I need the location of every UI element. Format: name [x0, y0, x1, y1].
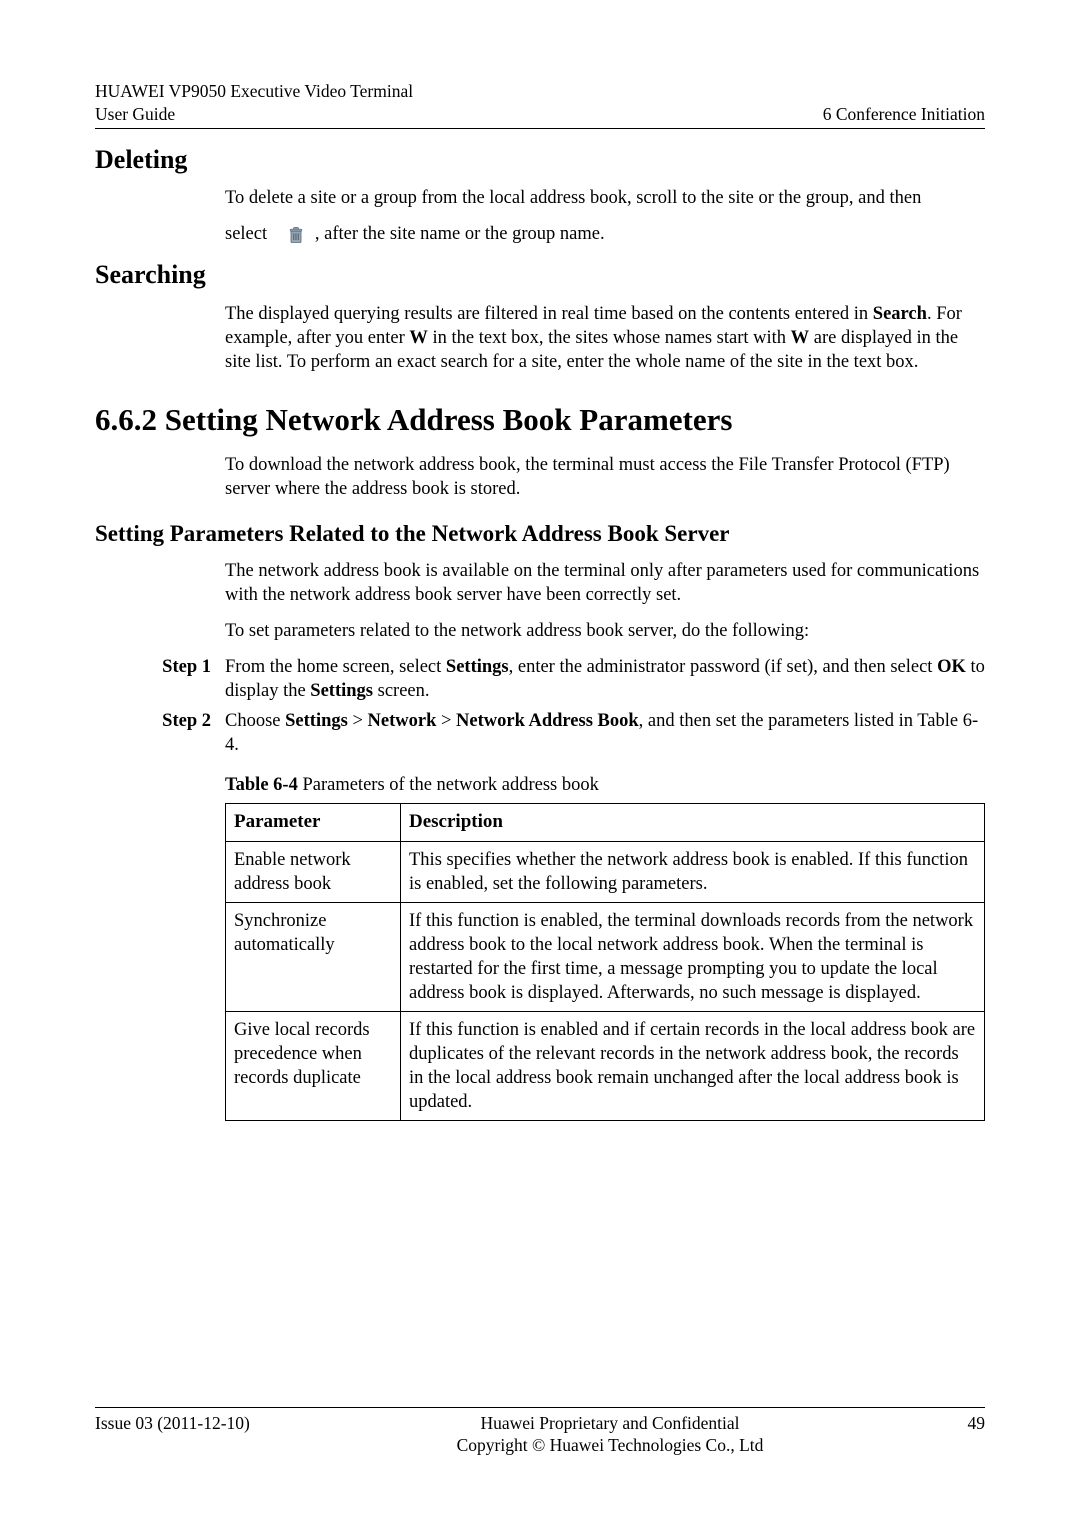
footer-mid2: Copyright © Huawei Technologies Co., Ltd [457, 1435, 764, 1455]
th-description: Description [401, 803, 985, 841]
td-desc: This specifies whether the network addre… [401, 841, 985, 902]
td-param: Give local records precedence when recor… [226, 1011, 401, 1120]
step-1-label: Step 1 [95, 655, 225, 679]
header-left: HUAWEI VP9050 Executive Video Terminal U… [95, 80, 413, 126]
s1g: screen. [373, 681, 430, 701]
header-chapter: 6 Conference Initiation [823, 104, 985, 124]
s2c: > [348, 711, 368, 731]
searching-p1-a: The displayed querying results are filte… [225, 304, 873, 324]
table-caption: Table 6-4 Parameters of the network addr… [225, 773, 985, 797]
step-2-label: Step 2 [95, 709, 225, 733]
deleting-p2: select , after the site name or the grou… [225, 222, 985, 246]
header-right: 6 Conference Initiation [823, 103, 985, 126]
td-desc: If this function is enabled and if certa… [401, 1011, 985, 1120]
s1a: From the home screen, select [225, 657, 446, 677]
s2d: Network [368, 711, 437, 731]
searching-p1-d: W [409, 328, 428, 348]
step-2-row: Step 2 Choose Settings > Network > Netwo… [95, 709, 985, 757]
s2f: Network Address Book [456, 711, 639, 731]
deleting-p1: To delete a site or a group from the loc… [225, 186, 985, 210]
section-searching-title: Searching [95, 258, 985, 292]
s1c: , enter the administrator password (if s… [509, 657, 937, 677]
s1b: Settings [446, 657, 509, 677]
step-2-body: Choose Settings > Network > Network Addr… [225, 709, 985, 757]
s2a: Choose [225, 711, 285, 731]
table-row: Synchronize automatically If this functi… [226, 902, 985, 1011]
deleting-select-label: select [225, 224, 267, 244]
page-footer: Issue 03 (2011-12-10) Huawei Proprietary… [95, 1407, 985, 1458]
searching-p1-e: in the text box, the sites whose names s… [428, 328, 791, 348]
s2b: Settings [285, 711, 348, 731]
step-1-row: Step 1 From the home screen, select Sett… [95, 655, 985, 703]
parameters-table: Parameter Description Enable network add… [225, 803, 985, 1121]
footer-center: Huawei Proprietary and Confidential Copy… [295, 1412, 925, 1458]
s2e: > [436, 711, 456, 731]
header-product-name: HUAWEI VP9050 Executive Video Terminal [95, 80, 413, 103]
table-row: Enable network address book This specifi… [226, 841, 985, 902]
section-deleting-title: Deleting [95, 143, 985, 177]
searching-p1-b: Search [873, 304, 927, 324]
s1f: Settings [310, 681, 373, 701]
deleting-rest: , after the site name or the group name. [315, 224, 605, 244]
s1d: OK [937, 657, 966, 677]
setparams-p2: To set parameters related to the network… [225, 619, 985, 643]
header-doc-name: User Guide [95, 103, 413, 126]
section-setparams-title: Setting Parameters Related to the Networ… [95, 519, 985, 549]
footer-issue: Issue 03 (2011-12-10) [95, 1412, 295, 1435]
th-parameter: Parameter [226, 803, 401, 841]
td-param: Synchronize automatically [226, 902, 401, 1011]
table-row: Give local records precedence when recor… [226, 1011, 985, 1120]
page-header: HUAWEI VP9050 Executive Video Terminal U… [95, 80, 985, 129]
footer-page-number: 49 [925, 1412, 985, 1435]
section-662-title: 6.6.2 Setting Network Address Book Param… [95, 400, 985, 440]
table-caption-b: Table 6-4 [225, 775, 298, 795]
step-1-body: From the home screen, select Settings, e… [225, 655, 985, 703]
td-param: Enable network address book [226, 841, 401, 902]
trash-icon [286, 225, 306, 245]
searching-p1: The displayed querying results are filte… [225, 302, 985, 374]
table-caption-rest: Parameters of the network address book [298, 775, 599, 795]
sec662-p1: To download the network address book, th… [225, 453, 985, 501]
td-desc: If this function is enabled, the termina… [401, 902, 985, 1011]
searching-p1-f: W [791, 328, 810, 348]
setparams-p1: The network address book is available on… [225, 559, 985, 607]
footer-mid1: Huawei Proprietary and Confidential [480, 1413, 739, 1433]
